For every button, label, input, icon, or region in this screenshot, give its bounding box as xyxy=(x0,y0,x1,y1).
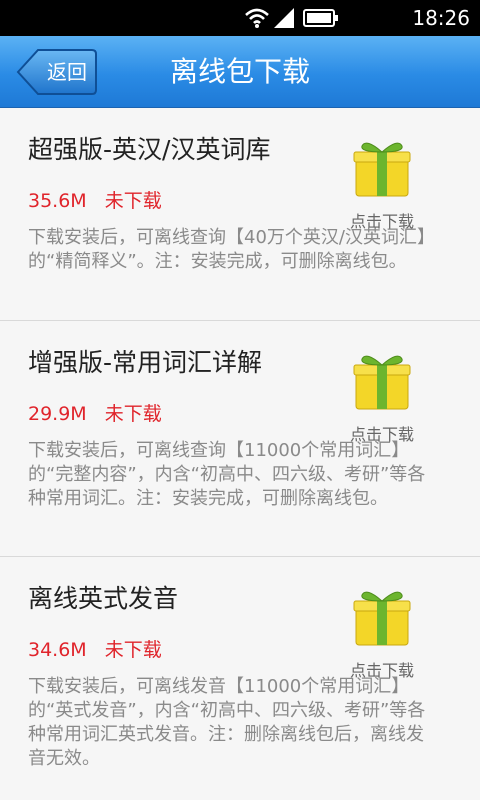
list-item: 离线英式发音 34.6M 未下载 下载安装后，可离线发音【11000个常用词汇】的… xyxy=(0,557,480,800)
package-meta: 34.6M 未下载 xyxy=(28,635,162,662)
gift-icon xyxy=(353,591,411,646)
package-meta: 35.6M 未下载 xyxy=(28,186,162,213)
package-description: 下载安装后，可离线发音【11000个常用词汇】的“英式发音”，内含“初高中、四六… xyxy=(28,676,426,769)
back-button[interactable]: 返回 xyxy=(16,48,98,96)
back-label: 返回 xyxy=(47,60,87,84)
download-label: 点击下载 xyxy=(349,212,414,231)
gift-icon xyxy=(353,142,411,197)
gift-icon xyxy=(353,355,411,410)
package-size: 29.9M xyxy=(28,403,87,425)
download-label: 点击下载 xyxy=(349,661,414,680)
download-status: 未下载 xyxy=(104,190,162,212)
download-button[interactable]: 点击下载 xyxy=(342,136,422,236)
wifi-icon xyxy=(245,8,269,28)
download-button[interactable]: 点击下载 xyxy=(342,349,422,449)
status-time: 18:26 xyxy=(412,6,470,30)
list-item: 超强版-英汉/汉英词库 35.6M 未下载 下载安装后，可离线查询【40万个英汉/… xyxy=(0,108,480,321)
list-item: 增强版-常用词汇详解 29.9M 未下载 下载安装后，可离线查询【11000个常用… xyxy=(0,321,480,557)
title-bar: 返回 离线包下载 xyxy=(0,36,480,108)
signal-icon xyxy=(274,8,294,28)
status-bar: 18:26 xyxy=(0,0,480,36)
download-status: 未下载 xyxy=(104,403,162,425)
package-title: 超强版-英汉/汉英词库 xyxy=(28,135,271,164)
download-label: 点击下载 xyxy=(349,425,414,444)
package-description: 下载安装后，可离线查询【11000个常用词汇】的“完整内容”，内含“初高中、四六… xyxy=(28,440,426,509)
download-status: 未下载 xyxy=(104,639,162,661)
battery-icon xyxy=(303,9,338,27)
package-title: 增强版-常用词汇详解 xyxy=(28,348,263,377)
status-icons xyxy=(245,8,338,28)
package-list: 超强版-英汉/汉英词库 35.6M 未下载 下载安装后，可离线查询【40万个英汉/… xyxy=(0,108,480,800)
package-size: 35.6M xyxy=(28,190,87,212)
download-button[interactable]: 点击下载 xyxy=(342,585,422,685)
package-size: 34.6M xyxy=(28,639,87,661)
package-title: 离线英式发音 xyxy=(28,584,179,613)
package-meta: 29.9M 未下载 xyxy=(28,399,162,426)
